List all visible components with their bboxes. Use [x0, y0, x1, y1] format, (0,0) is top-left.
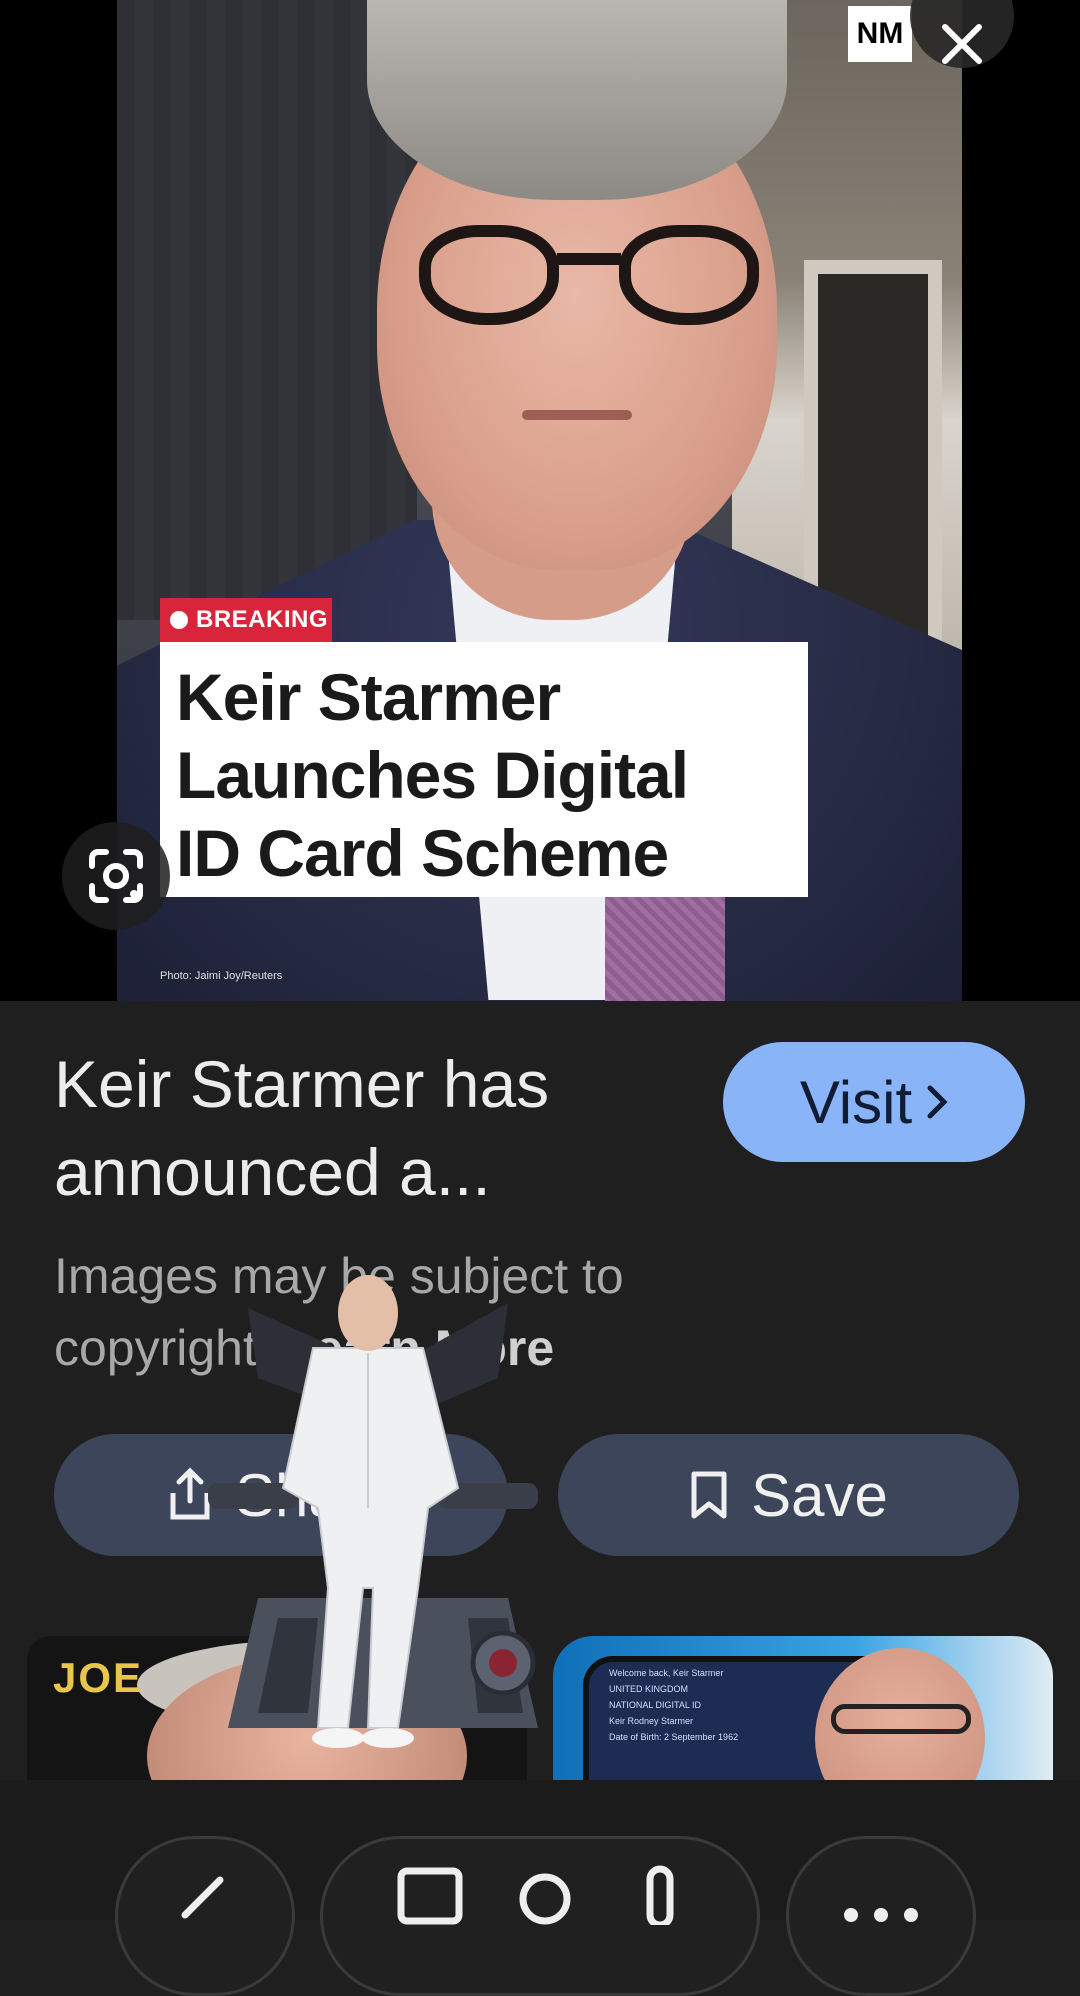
close-icon — [942, 24, 982, 64]
visit-label: Visit — [799, 1068, 913, 1136]
photo-glasses — [419, 225, 759, 325]
more-button[interactable] — [786, 1836, 976, 1996]
related-image-2[interactable]: Welcome back, Keir Starmer UNITED KINGDO… — [553, 1636, 1053, 1780]
search-actions-pill[interactable] — [320, 1836, 760, 1996]
result-title[interactable]: Keir Starmer has announced a... — [54, 1040, 694, 1216]
chevron-right-icon — [927, 1085, 948, 1119]
related-label: JOE — [53, 1654, 144, 1701]
breaking-badge: BREAKING — [160, 598, 332, 642]
result-title-line-1: Keir Starmer has — [54, 1047, 550, 1121]
search-icon — [519, 1873, 571, 1925]
image-headline: Keir Starmer Launches Digital ID Card Sc… — [160, 642, 808, 897]
google-lens-button[interactable] — [62, 822, 170, 930]
visit-button[interactable]: Visit — [723, 1042, 1025, 1162]
result-title-line-2: announced a... — [54, 1135, 491, 1209]
photo-credit: Photo: Jaimi Joy/Reuters — [160, 970, 283, 982]
badge-dot — [170, 611, 188, 629]
headline-line-2: Launches Digital — [176, 738, 689, 812]
headline-line-1: Keir Starmer — [176, 660, 561, 734]
photo-mouth — [522, 410, 632, 420]
photo-tie — [605, 880, 725, 1001]
thumb-glasses — [831, 1704, 971, 1734]
badge-label: BREAKING — [196, 606, 329, 633]
headline-line-3: ID Card Scheme — [176, 816, 669, 890]
bookmark-icon — [691, 1471, 727, 1519]
sticker-overlay — [208, 1275, 538, 1748]
source-logo: NM — [848, 6, 912, 62]
save-label: Save — [751, 1461, 888, 1529]
copy-icon — [397, 1867, 463, 1925]
bottom-toolbar — [0, 1780, 1080, 1996]
image-viewer: BREAKING Keir Starmer Launches Digital I… — [0, 0, 1080, 1001]
google-lens-icon — [89, 849, 143, 903]
edit-button[interactable] — [115, 1836, 295, 1996]
edit-icon — [181, 1876, 224, 1919]
save-button[interactable]: Save — [558, 1434, 1019, 1556]
more-icon — [844, 1908, 918, 1922]
mic-icon — [646, 1865, 674, 1925]
